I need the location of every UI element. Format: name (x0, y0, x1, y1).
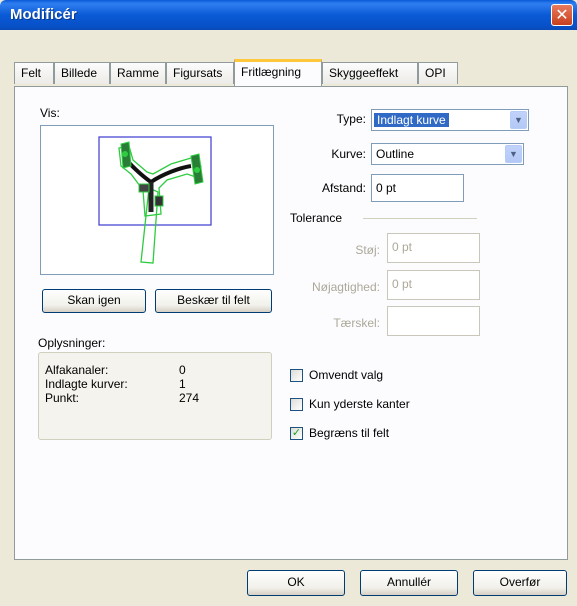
info-key-points: Punkt: (45, 391, 80, 405)
tab-skyggeeffekt[interactable]: Skyggeeffekt (322, 62, 418, 84)
distance-value: 0 pt (376, 181, 397, 195)
noise-field[interactable]: 0 pt (387, 233, 480, 263)
chevron-down-icon[interactable]: ▼ (510, 111, 527, 129)
curve-select-value: Outline (376, 147, 415, 161)
window-title: Modificér (10, 6, 77, 23)
tab-opi[interactable]: OPI (418, 62, 458, 84)
threshold-field[interactable] (387, 306, 480, 336)
distance-label: Afstand: (321, 181, 366, 195)
tolerance-label: Tolerance (290, 211, 343, 225)
preview-box (40, 125, 274, 275)
title-bar[interactable]: Modificér ✕ (0, 0, 577, 30)
curve-label: Kurve: (331, 147, 366, 161)
rescan-button[interactable]: Skan igen (42, 289, 146, 313)
tab-figursats[interactable]: Figursats (166, 62, 234, 84)
info-key-alpha: Alfakanaler: (45, 363, 109, 377)
info-value-curves: 1 (179, 377, 186, 391)
tab-felt[interactable]: Felt (14, 62, 54, 84)
distance-field[interactable]: 0 pt (371, 174, 464, 202)
info-label: Oplysninger: (38, 336, 106, 350)
chevron-down-icon[interactable]: ▼ (505, 145, 522, 163)
info-key-curves: Indlagte kurver: (45, 377, 128, 391)
dialog-window: Modificér ✕ Felt Billede Ramme Figursats… (0, 0, 577, 606)
noise-label: Støj: (355, 243, 380, 257)
cancel-button[interactable]: Annullér (360, 570, 458, 596)
noise-value: 0 pt (392, 240, 413, 254)
threshold-label: Tærskel: (333, 316, 380, 330)
curve-select[interactable]: Outline ▼ (371, 143, 524, 165)
clip-preview-image (98, 136, 212, 264)
tab-ramme[interactable]: Ramme (110, 62, 166, 84)
tab-fritlaegning[interactable]: Fritlægning (234, 59, 322, 86)
preview-label: Vis: (40, 106, 60, 120)
crop-to-box-button[interactable]: Beskær til felt (155, 289, 272, 313)
restrict-to-box-checkbox-label[interactable]: Begræns til felt (309, 426, 389, 440)
apply-button[interactable]: Overfør (473, 570, 567, 596)
close-icon: ✕ (555, 7, 569, 24)
type-select-value: Indlagt kurve (374, 113, 449, 127)
invert-checkbox[interactable] (290, 369, 303, 382)
tolerance-divider (363, 218, 477, 219)
smoothness-value: 0 pt (392, 277, 413, 291)
smoothness-field[interactable]: 0 pt (387, 270, 480, 300)
invert-checkbox-label[interactable]: Omvendt valg (309, 368, 383, 382)
ok-button[interactable]: OK (247, 570, 345, 596)
smoothness-label: Nøjagtighed: (311, 280, 380, 294)
outside-edges-checkbox-label[interactable]: Kun yderste kanter (309, 397, 410, 411)
info-value-alpha: 0 (179, 363, 186, 377)
tab-billede[interactable]: Billede (54, 62, 110, 84)
type-select[interactable]: Indlagt kurve ▼ (371, 109, 529, 131)
checkmark-icon: ✓ (291, 427, 302, 439)
info-box: Alfakanaler: 0 Indlagte kurver: 1 Punkt:… (38, 352, 272, 440)
outside-edges-checkbox[interactable] (290, 398, 303, 411)
info-value-points: 274 (179, 391, 200, 405)
restrict-to-box-checkbox[interactable]: ✓ (290, 427, 303, 440)
close-button[interactable]: ✕ (551, 4, 573, 26)
type-label: Type: (336, 112, 366, 126)
